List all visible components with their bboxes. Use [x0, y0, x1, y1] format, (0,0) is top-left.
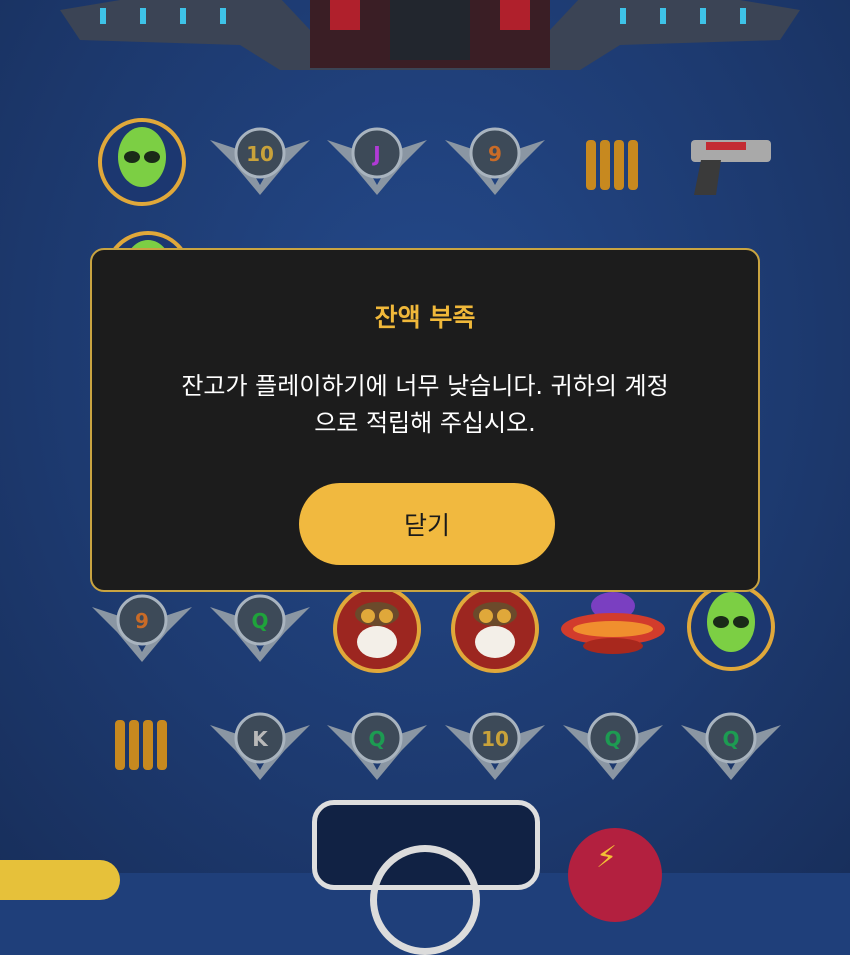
lightning-icon: ⚡	[596, 840, 618, 875]
spin-icon[interactable]	[370, 845, 480, 955]
insufficient-balance-dialog: 잔액 부족 잔고가 플레이하기에 너무 낮습니다. 귀하의 계정 으로 적립해 …	[90, 248, 760, 592]
card-badge: 10	[205, 115, 315, 205]
blaster-icon	[676, 120, 786, 210]
ammo-icon	[87, 700, 197, 790]
ufo-icon	[558, 584, 668, 674]
card-badge: 10	[440, 700, 550, 790]
dialog-title: 잔액 부족	[374, 303, 476, 332]
card-badge: 9	[440, 115, 550, 205]
card-badge: Q	[322, 700, 432, 790]
card-badge: Q	[205, 582, 315, 672]
balance-pill[interactable]	[0, 860, 120, 900]
card-badge: J	[322, 115, 432, 205]
pilot-icon	[322, 584, 432, 674]
ammo-icon	[558, 120, 668, 210]
close-button[interactable]: 닫기	[299, 483, 555, 565]
card-badge: 9	[87, 582, 197, 672]
alien-icon	[676, 582, 786, 672]
card-badge: Q	[558, 700, 668, 790]
card-badge: K	[205, 700, 315, 790]
alien-icon	[87, 117, 197, 207]
dialog-message-line: 잔고가 플레이하기에 너무 낮습니다. 귀하의 계정	[181, 372, 669, 400]
dialog-message: 잔고가 플레이하기에 너무 낮습니다. 귀하의 계정 으로 적립해 주십시오.	[132, 368, 718, 442]
pilot-icon	[440, 584, 550, 674]
card-badge: Q	[676, 700, 786, 790]
dialog-message-line: 으로 적립해 주십시오.	[314, 409, 536, 437]
